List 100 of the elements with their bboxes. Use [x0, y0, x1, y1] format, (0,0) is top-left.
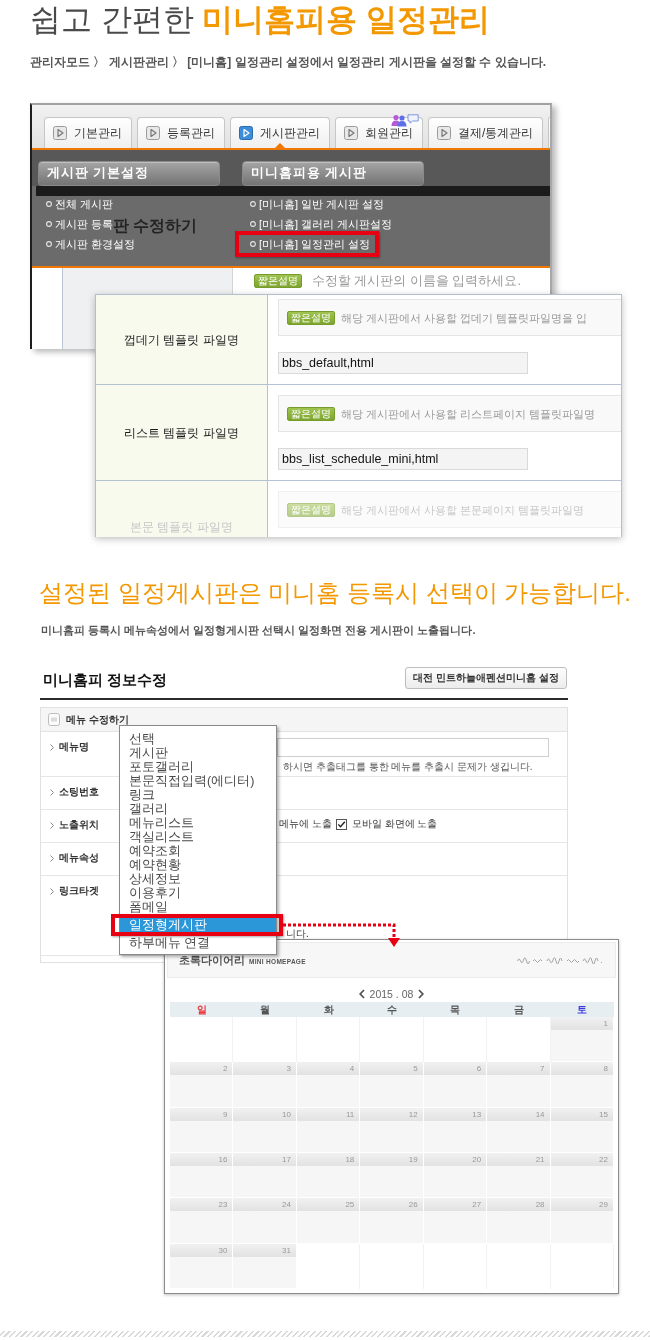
tab[interactable]: 결제/통계관리: [428, 117, 544, 148]
help-text: 해당 게시판에서 사용할 껍데기 템플릿파일명을 입: [341, 310, 588, 325]
help-text: 하시면 추출태그를 통한 메뉴를 추출시 문제가 생깁니다.: [283, 761, 533, 773]
dropdown-option[interactable]: 하부메뉴 연결: [120, 936, 276, 950]
dropdown-option[interactable]: 포토갤러리: [120, 760, 276, 774]
menu-section-header: 미니홈피용 게시판: [242, 161, 424, 186]
dropdown-option[interactable]: 폼메일: [120, 900, 276, 914]
dropdown-option[interactable]: 예약조회: [120, 844, 276, 858]
help-text: 수정할 게시판의 이름을 입력하세요.: [312, 274, 521, 288]
help-text: 니다.: [285, 928, 309, 939]
month-label: 2015 . 08: [369, 988, 414, 1000]
date-number: 23: [170, 1198, 233, 1212]
form-box-title: 메뉴 수정하기: [66, 712, 129, 727]
tab[interactable]: 기본관리: [44, 117, 132, 148]
field-label: 소팅번호: [59, 785, 99, 799]
arrow-square-icon: [239, 126, 253, 140]
short-description-tag: 짧은설명: [287, 310, 335, 325]
date-number: 24: [233, 1198, 296, 1212]
section-heading: 설정된 일정게시판은 미니홈 등록시 선택이 가능합니다.: [39, 578, 631, 608]
tab[interactable]: 등록관리: [137, 117, 225, 148]
date-number: 1: [550, 1017, 613, 1030]
menu-item[interactable]: 게시판 등록: [46, 214, 114, 234]
dropdown-option[interactable]: 게시판: [120, 746, 276, 760]
field-label: 노출위치: [59, 818, 99, 832]
brand-name: 초록다이어리: [179, 952, 245, 968]
weekday-label: 목: [450, 1003, 461, 1016]
date-number: 29: [550, 1198, 613, 1212]
menu-item[interactable]: [미니홈] 일정관리 설정: [250, 234, 371, 254]
table-label-cell: 껍데기 템플릿 파일명: [96, 295, 268, 384]
page-subtitle: 관리자모드 〉 게시판관리 〉 [미니홈] 일정관리 설정에서 일정관리 게시판을 설정할 수 있습니다.: [30, 54, 546, 70]
chevron-right-icon: [50, 887, 54, 895]
arrow-square-icon: [146, 126, 160, 140]
menu-item[interactable]: 전체 게시판: [46, 194, 114, 214]
chevron-right-icon: [50, 788, 54, 796]
short-description-tag: 짧은설명: [287, 406, 335, 421]
chevron-right-icon[interactable]: [418, 989, 425, 999]
list-icon: [48, 713, 60, 726]
help-text: 해당 게시판에서 사용할 리스트페이지 템플릿파일명: [341, 406, 596, 421]
arrow-square-icon: [344, 126, 358, 140]
section-subtitle: 미니홈피 등록시 메뉴속성에서 일정형게시판 선택시 일정화면 전용 게시판이 노출됩니다.: [41, 623, 476, 638]
checkbox-label: 모바일 화면에 노출: [350, 817, 438, 831]
circle-bullet-icon: [46, 201, 52, 207]
circle-bullet-icon: [250, 241, 256, 247]
dropdown-option[interactable]: 링크: [120, 788, 276, 802]
field-label: 메뉴속성: [59, 851, 99, 865]
circle-bullet-icon: [250, 201, 256, 207]
date-number: 8: [550, 1062, 613, 1076]
weekday-label: 월: [260, 1003, 271, 1016]
chevron-right-icon: [50, 854, 54, 862]
date-number: 2: [170, 1062, 233, 1076]
tab[interactable]: 회원관리: [335, 117, 423, 148]
menu-item[interactable]: [미니홈] 갤러리 게시판설정: [250, 214, 393, 234]
text-field[interactable]: bbs_list_schedule_mini,html: [278, 448, 528, 470]
menu-section-header: 게시판 기본설정: [38, 161, 220, 186]
settings-button[interactable]: 대전 민트하늘애펜션미니홈 설정: [405, 667, 567, 689]
short-description-tag: 짧은설명: [287, 502, 335, 517]
weekday-label: 토: [577, 1003, 588, 1016]
page-heading: 판 수정하기: [113, 216, 198, 236]
date-number: 7: [487, 1062, 550, 1076]
short-description-tag: 짧은설명: [254, 274, 302, 288]
page-title: 쉽고 간편한 미니홈피용 일정관리: [30, 1, 490, 39]
tab[interactable]: 게시판관리: [230, 117, 330, 148]
dropdown-option[interactable]: 본문직접입력(에디터): [120, 774, 276, 788]
date-number: 5: [360, 1062, 423, 1076]
menu-item[interactable]: [미니홈] 일반 게시판 설정: [250, 194, 385, 214]
dropdown-option[interactable]: 갤러리: [120, 802, 276, 816]
chevron-right-icon: [50, 743, 54, 751]
circle-bullet-icon: [46, 241, 52, 247]
table-label-cell: 리스트 템플릿 파일명: [96, 385, 268, 480]
weekday-label: 화: [323, 1003, 334, 1016]
weekday-label: 일: [196, 1003, 207, 1016]
menu-item[interactable]: 게시판 환경설정: [46, 234, 136, 254]
arrow-square-icon: [437, 126, 451, 140]
dropdown-option[interactable]: 상세정보: [120, 872, 276, 886]
field-label: 링크타겟: [59, 884, 99, 898]
dropdown-option[interactable]: 이용후기: [120, 886, 276, 900]
chevron-right-icon: [50, 821, 54, 829]
arrow-square-icon: [53, 126, 67, 140]
form-title: 미니홈피 정보수정: [43, 670, 168, 690]
dropdown-option[interactable]: 예약현황: [120, 858, 276, 872]
dropdown-option[interactable]: 메뉴리스트: [120, 816, 276, 830]
input-field[interactable]: [277, 738, 549, 757]
checkbox[interactable]: [335, 818, 347, 830]
date-number: 28: [487, 1198, 550, 1212]
date-number: 25: [296, 1198, 360, 1212]
date-number: 26: [360, 1198, 423, 1212]
date-number: 4: [296, 1062, 360, 1076]
dropdown-option[interactable]: 객실리스트: [120, 830, 276, 844]
field-label: 메뉴명: [59, 740, 89, 754]
circle-bullet-icon: [250, 221, 256, 227]
option-text: 메뉴에 노출: [278, 817, 332, 831]
date-number: 3: [233, 1062, 296, 1076]
date-number: 27: [423, 1198, 487, 1212]
chevron-left-icon[interactable]: [358, 989, 365, 999]
date-number: 6: [423, 1062, 487, 1076]
weekday-label: 금: [513, 1003, 524, 1016]
circle-bullet-icon: [46, 221, 52, 227]
weekday-label: 수: [387, 1003, 397, 1016]
text-field[interactable]: bbs_default,html: [278, 352, 528, 374]
dropdown-option[interactable]: 선택: [120, 732, 276, 746]
